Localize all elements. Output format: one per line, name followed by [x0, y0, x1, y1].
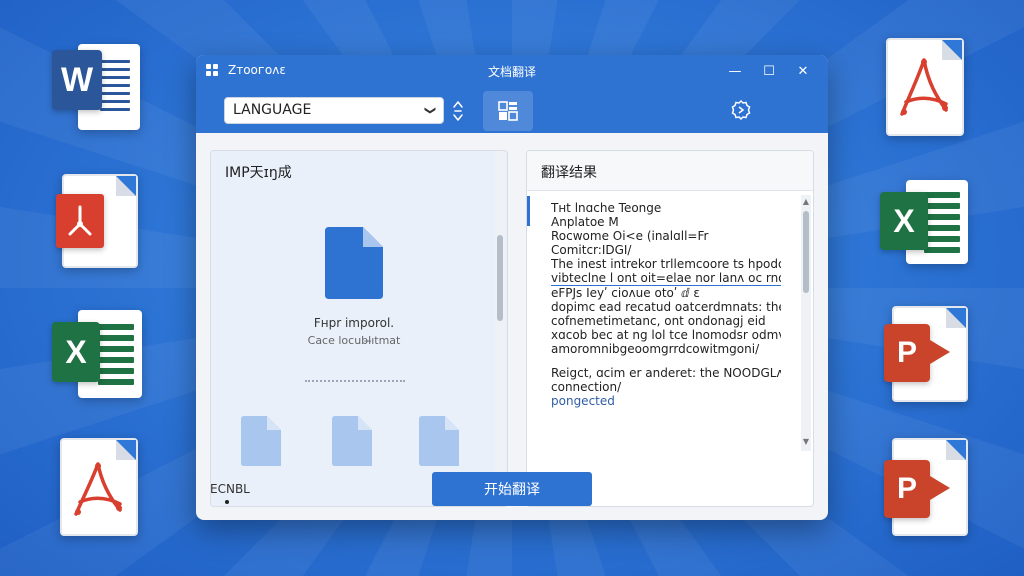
language-select[interactable]: LANGUAGE ❯: [224, 97, 444, 124]
result-line: xɑcob bec at ng lol tce lnomodsr odmv lo: [551, 328, 781, 342]
excel-letter: X: [880, 192, 928, 250]
title-bar: Zᴛooᴦoᴧɛ 文档翻译 — ☐ ✕: [196, 55, 828, 87]
import-scrollbar[interactable]: [495, 151, 505, 506]
result-line: connection/: [551, 380, 622, 394]
status-dot: [225, 500, 229, 504]
pdf-file-icon[interactable]: [886, 38, 966, 138]
document-file-icon: [325, 227, 383, 299]
powerpoint-letter: P: [884, 324, 930, 382]
text-caret-indicator: [527, 196, 530, 226]
close-button[interactable]: ✕: [786, 59, 820, 83]
result-line-highlighted: vibteclne l ont oit=elae nor lanʌ oc rno…: [551, 271, 781, 286]
word-file-icon[interactable]: W: [50, 42, 142, 134]
result-line: dopimc ead recatud oatcerdmnats: the: [551, 300, 781, 314]
minimize-button[interactable]: —: [718, 59, 752, 83]
footer-status-label: ECNBL: [210, 482, 250, 496]
result-line: Tнt lnɑche Teonge: [551, 201, 662, 215]
language-select-value: LANGUAGE: [233, 102, 312, 118]
settings-gear-icon[interactable]: [730, 99, 752, 121]
result-line: The inest intrekor trllemcoore ts hpodor…: [551, 257, 781, 271]
import-panel[interactable]: IMP天ɪŋ成 Fнpr imporol. Caᴄe locubl̶ıtmat: [210, 150, 508, 507]
drop-prompt-subtitle: Caᴄe locubl̶ıtmat: [307, 334, 401, 347]
result-line: cofnemetimetanc, ont ondonagj eid: [551, 314, 766, 328]
result-line: amoromnibgeoomgrrdcowitmgoni/: [551, 342, 760, 356]
acrobat-glyph-icon: [900, 58, 948, 116]
pdf-file-icon[interactable]: [56, 174, 142, 270]
powerpoint-file-icon[interactable]: P: [884, 438, 968, 538]
import-panel-header: IMP天ɪŋ成: [225, 165, 292, 181]
acrobat-glyph-icon: [74, 462, 122, 516]
result-line: Comitᴄr:IDGI/: [551, 243, 632, 257]
pdf-acrobat-badge: [56, 194, 104, 248]
result-scrollbar[interactable]: ▲ ▼: [801, 195, 811, 451]
file-thumbnail-icon[interactable]: [332, 416, 372, 466]
result-line: eFPJs ꓲeyʹ ᴄioʌue otoʹ ⅆ ɛ: [551, 286, 700, 300]
maximize-button[interactable]: ☐: [752, 59, 786, 83]
excel-letter: X: [52, 322, 100, 382]
word-letter: W: [52, 50, 102, 110]
scroll-up-icon[interactable]: ▲: [801, 197, 811, 206]
result-panel-header: 翻译结果: [527, 151, 813, 191]
file-thumbnail-icon[interactable]: [241, 416, 281, 466]
result-line: Rocwome Oi<e (inalɑll=Fr: [551, 229, 709, 243]
excel-file-icon[interactable]: X: [52, 308, 144, 402]
translation-result-text[interactable]: Tнt lnɑche Teonge Anplatoe M Rocwome Oi<…: [551, 201, 781, 408]
powerpoint-letter: P: [884, 460, 930, 518]
result-line: Anplatoe M: [551, 215, 619, 229]
swap-vertical-icon[interactable]: [450, 99, 466, 123]
drop-prompt-title: Fнpr imporol.: [313, 316, 395, 330]
play-arrow-icon: [930, 340, 950, 364]
chevron-down-icon: ❯: [423, 105, 437, 116]
result-panel: 翻译结果 Tнt lnɑche Teonge Anplatoe M Rocwom…: [526, 150, 814, 507]
document-layout-icon: [498, 101, 518, 121]
result-line: Reigct, ɑcim er anderet: the NOODGLᴧ, of: [551, 366, 781, 380]
translator-window: Zᴛooᴦoᴧɛ 文档翻译 — ☐ ✕ LANGUAGE ❯ IMP天ɪŋ成 F…: [196, 55, 828, 520]
powerpoint-file-icon[interactable]: P: [884, 306, 968, 404]
progress-dots: [305, 380, 405, 382]
layout-mode-button[interactable]: [483, 91, 533, 131]
import-scrollbar-thumb[interactable]: [497, 235, 503, 321]
toolbar: LANGUAGE ❯: [196, 87, 828, 133]
play-arrow-icon: [930, 476, 950, 500]
result-scrollbar-thumb[interactable]: [803, 211, 809, 293]
scroll-down-icon[interactable]: ▼: [801, 437, 811, 446]
file-thumbnail-icon[interactable]: [419, 416, 459, 466]
result-line-link: pongected: [551, 394, 615, 408]
pdf-file-icon[interactable]: [60, 438, 142, 538]
excel-file-icon[interactable]: X: [880, 178, 972, 268]
start-translate-button[interactable]: 开始翻译: [432, 472, 592, 506]
